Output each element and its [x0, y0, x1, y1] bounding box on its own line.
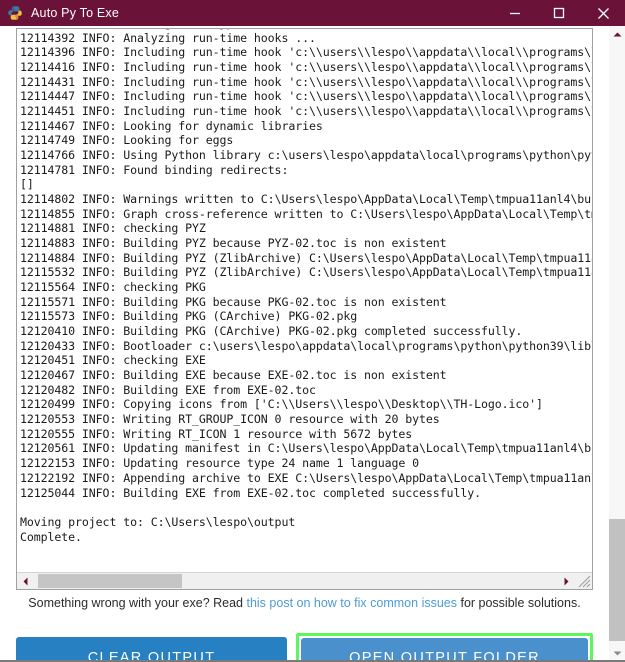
- action-button-row: CLEAR OUTPUT OPEN OUTPUT FOLDER: [16, 633, 593, 662]
- open-output-folder-button[interactable]: OPEN OUTPUT FOLDER: [301, 638, 588, 662]
- help-message: Something wrong with your exe? Read this…: [0, 596, 609, 610]
- titlebar: Auto Py To Exe: [0, 0, 625, 26]
- fix-common-issues-link[interactable]: this post on how to fix common issues: [246, 596, 457, 610]
- close-button[interactable]: [581, 0, 625, 26]
- help-prefix: Something wrong with your exe? Read: [28, 596, 247, 610]
- help-suffix: for possible solutions.: [457, 596, 581, 610]
- open-output-folder-focus-outline: OPEN OUTPUT FOLDER: [296, 633, 593, 662]
- maximize-button[interactable]: [537, 0, 581, 26]
- scroll-up-arrow-icon[interactable]: [609, 26, 625, 43]
- scroll-right-arrow-icon[interactable]: [558, 573, 575, 589]
- python-logo-icon: [7, 5, 23, 21]
- page-vertical-scrollbar[interactable]: [609, 26, 625, 662]
- output-log-text: 12114324 INFO: Looking for ctypes DLLs 1…: [20, 29, 593, 544]
- resize-grip-icon[interactable]: [576, 573, 592, 589]
- clear-output-button[interactable]: CLEAR OUTPUT: [16, 637, 287, 662]
- minimize-button[interactable]: [493, 0, 537, 26]
- window-content: 12114324 INFO: Looking for ctypes DLLs 1…: [0, 26, 609, 662]
- output-log-panel[interactable]: 12114324 INFO: Looking for ctypes DLLs 1…: [16, 28, 593, 590]
- window-title: Auto Py To Exe: [31, 6, 120, 20]
- auto-py-to-exe-window: Auto Py To Exe 12114324 INFO: Looking fo…: [0, 0, 625, 662]
- log-horizontal-scrollbar[interactable]: [17, 572, 592, 589]
- page-scroll-thumb[interactable]: [609, 519, 625, 641]
- log-hscroll-thumb[interactable]: [38, 574, 182, 588]
- scroll-left-arrow-icon[interactable]: [17, 573, 34, 589]
